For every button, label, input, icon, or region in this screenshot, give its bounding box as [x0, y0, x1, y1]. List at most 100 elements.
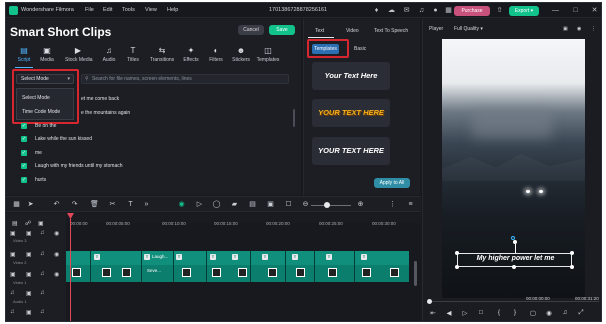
- menu-file[interactable]: File: [85, 7, 94, 13]
- menu-help[interactable]: Help: [167, 7, 178, 13]
- tool-stock-media[interactable]: ▶ Stock Media: [65, 46, 93, 66]
- snapshot-icon[interactable]: ▣: [266, 200, 275, 209]
- purchase-button[interactable]: Purchase: [454, 6, 490, 16]
- zoom-in-icon[interactable]: ⊕: [356, 200, 365, 209]
- mute-icon[interactable]: ♫: [40, 309, 45, 315]
- playhead[interactable]: [70, 215, 71, 321]
- markers-icon[interactable]: ☐: [284, 200, 293, 209]
- timeline-scrollbar[interactable]: [414, 261, 417, 286]
- grid-view-icon[interactable]: ⋮: [388, 200, 397, 209]
- camera-icon[interactable]: ◉: [577, 26, 581, 32]
- monitor-icon[interactable]: ▢: [529, 309, 537, 317]
- checkbox-icon[interactable]: ✓: [21, 136, 27, 142]
- resize-handle[interactable]: [570, 251, 574, 255]
- cancel-button[interactable]: Cancel: [238, 25, 264, 35]
- lock-icon[interactable]: ▣: [26, 251, 32, 258]
- playback-progress[interactable]: [429, 301, 599, 302]
- tool-audio[interactable]: ♫ Audio: [96, 46, 122, 66]
- checkbox-icon[interactable]: ✓: [21, 150, 27, 156]
- lock-icon[interactable]: ▣: [26, 271, 32, 278]
- tool-stickers[interactable]: ☻ Stickers: [228, 46, 254, 66]
- resize-handle[interactable]: [455, 251, 459, 255]
- video-clip-thumbnail[interactable]: [328, 268, 337, 277]
- lock-icon[interactable]: ▣: [26, 230, 32, 237]
- video-clip-thumbnail[interactable]: [268, 268, 277, 277]
- title-clip-badge[interactable]: T: [326, 254, 332, 260]
- microphone-icon[interactable]: ▰: [230, 200, 239, 209]
- cut-icon[interactable]: ✂: [108, 200, 117, 209]
- title-clip-badge[interactable]: T: [210, 254, 216, 260]
- video-preview[interactable]: My higher power let me: [442, 39, 585, 298]
- anchor-point[interactable]: [511, 236, 515, 240]
- lock-icon[interactable]: ▣: [26, 309, 32, 316]
- progress-knob[interactable]: [427, 299, 432, 304]
- checkbox-icon[interactable]: ✓: [21, 177, 27, 183]
- resize-handle[interactable]: [570, 265, 574, 269]
- video-clip-thumbnail[interactable]: [390, 268, 399, 277]
- tool-media[interactable]: ▣ Media: [34, 46, 60, 66]
- title-clip-badge[interactable]: T: [176, 254, 182, 260]
- video-clip-thumbnail[interactable]: [296, 268, 305, 277]
- tab-text[interactable]: Text: [315, 28, 324, 34]
- menu-edit[interactable]: Edit: [103, 7, 112, 13]
- brace-open-icon[interactable]: {: [495, 309, 503, 316]
- tab-text-to-speech[interactable]: Text To Speech: [374, 28, 408, 34]
- video-clip-thumbnail[interactable]: [182, 268, 191, 277]
- maximize-icon[interactable]: □: [571, 6, 580, 15]
- tool-transitions[interactable]: ⇆ Transitions: [149, 46, 175, 66]
- title-clip-badge[interactable]: T: [361, 254, 367, 260]
- save-button[interactable]: Save: [269, 25, 295, 35]
- timeline-settings-icon[interactable]: ≡: [406, 200, 415, 209]
- export-button[interactable]: Export ▾: [509, 6, 539, 16]
- headphones-icon[interactable]: ♫: [417, 6, 426, 15]
- quality-select[interactable]: Full Quality ▾: [454, 26, 483, 32]
- tool-filters[interactable]: ◐ Filters: [203, 46, 229, 66]
- video-clip-thumbnail[interactable]: [122, 268, 131, 277]
- grid-icon[interactable]: ▦: [444, 6, 453, 15]
- title-clip-badge[interactable]: T: [144, 254, 150, 260]
- apply-to-all-button[interactable]: Apply to All: [374, 178, 410, 188]
- link-icon[interactable]: ☍: [25, 220, 31, 227]
- fullscreen-icon[interactable]: ⤢: [577, 309, 585, 317]
- delete-icon[interactable]: 🗑: [90, 200, 99, 209]
- eye-icon[interactable]: ◉: [54, 230, 59, 237]
- volume-icon[interactable]: ♫: [561, 309, 569, 316]
- text-tool-icon[interactable]: T: [126, 200, 135, 209]
- gift-icon[interactable]: ♦: [372, 6, 381, 15]
- video-clip-thumbnail[interactable]: [362, 268, 371, 277]
- render-icon[interactable]: ▷: [195, 200, 204, 209]
- select-tool-icon[interactable]: ➤: [26, 200, 35, 209]
- template-card[interactable]: YOUR TEXT HERE: [312, 99, 390, 127]
- checkbox-icon[interactable]: ✓: [21, 123, 27, 129]
- zoom-out-icon[interactable]: ⊖: [301, 200, 310, 209]
- minimize-icon[interactable]: —: [551, 6, 560, 15]
- title-clip-badge[interactable]: T: [262, 254, 268, 260]
- video-clip-thumbnail[interactable]: [212, 268, 221, 277]
- checkbox-icon[interactable]: ✓: [21, 163, 27, 169]
- eye-icon[interactable]: ◉: [54, 271, 59, 278]
- upload-icon[interactable]: ⇧: [495, 6, 504, 15]
- voiceover-icon[interactable]: ▤: [248, 200, 257, 209]
- search-input[interactable]: ⚲ Search for file names, screen elements,…: [81, 74, 289, 84]
- template-card[interactable]: YOUR TEXT HERE: [312, 137, 390, 165]
- shield-icon[interactable]: ◯: [212, 200, 221, 209]
- menu-view[interactable]: View: [145, 7, 157, 13]
- zoom-slider-knob[interactable]: [324, 202, 330, 208]
- lock-icon[interactable]: ▣: [26, 290, 32, 297]
- mute-icon[interactable]: ♫: [40, 290, 45, 296]
- prev-frame-icon[interactable]: ◀: [445, 309, 453, 317]
- brace-close-icon[interactable]: }: [511, 309, 519, 316]
- tool-effects[interactable]: ✦ Effects: [178, 46, 204, 66]
- title-clip-badge[interactable]: T: [232, 254, 238, 260]
- mark-in-icon[interactable]: ⇤: [429, 309, 437, 317]
- stop-icon[interactable]: □: [477, 309, 485, 316]
- ai-icon[interactable]: ◉: [177, 200, 186, 209]
- eye-icon[interactable]: ◉: [54, 251, 59, 258]
- title-clip-badge[interactable]: T: [292, 254, 298, 260]
- tool-templates[interactable]: ◫ Templates: [255, 46, 281, 66]
- redo-icon[interactable]: ↷: [70, 200, 79, 209]
- menu-tools[interactable]: Tools: [122, 7, 135, 13]
- video-clip-thumbnail[interactable]: [238, 268, 247, 277]
- cloud-icon[interactable]: ☁: [387, 6, 396, 15]
- title-clip-badge[interactable]: T: [94, 254, 100, 260]
